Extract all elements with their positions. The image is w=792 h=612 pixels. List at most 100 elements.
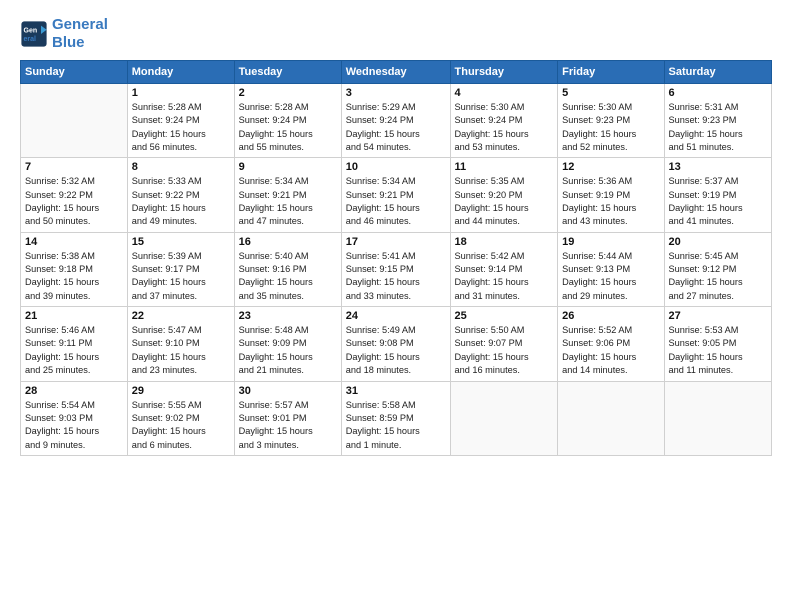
calendar-cell xyxy=(664,381,772,455)
calendar-week-2: 7 Sunrise: 5:32 AM Sunset: 9:22 PM Daylig… xyxy=(21,158,772,232)
day-number: 3 xyxy=(346,87,446,99)
calendar-cell: 28 Sunrise: 5:54 AM Sunset: 9:03 PM Dayli… xyxy=(21,381,128,455)
day-number: 11 xyxy=(455,161,554,173)
calendar-cell: 8 Sunrise: 5:33 AM Sunset: 9:22 PM Daylig… xyxy=(127,158,234,232)
day-number: 29 xyxy=(132,385,230,397)
logo-icon: Gen eral xyxy=(20,20,48,48)
day-info: Sunrise: 5:29 AM Sunset: 9:24 PM Dayligh… xyxy=(346,101,446,154)
calendar-cell: 27 Sunrise: 5:53 AM Sunset: 9:05 PM Dayli… xyxy=(664,307,772,381)
weekday-header-saturday: Saturday xyxy=(664,61,772,84)
calendar-cell: 22 Sunrise: 5:47 AM Sunset: 9:10 PM Dayli… xyxy=(127,307,234,381)
logo-area: Gen eral GeneralBlue xyxy=(20,16,108,52)
day-info: Sunrise: 5:38 AM Sunset: 9:18 PM Dayligh… xyxy=(25,250,123,303)
calendar-cell: 3 Sunrise: 5:29 AM Sunset: 9:24 PM Daylig… xyxy=(341,84,450,158)
day-info: Sunrise: 5:33 AM Sunset: 9:22 PM Dayligh… xyxy=(132,175,230,228)
calendar-cell: 21Sunrise: 5:46 AM Sunset: 9:11 PM Dayli… xyxy=(21,307,128,381)
calendar-cell: 17 Sunrise: 5:41 AM Sunset: 9:15 PM Dayli… xyxy=(341,232,450,306)
day-info: Sunrise: 5:30 AM Sunset: 9:24 PM Dayligh… xyxy=(455,101,554,154)
day-number: 4 xyxy=(455,87,554,99)
calendar-week-5: 28 Sunrise: 5:54 AM Sunset: 9:03 PM Dayli… xyxy=(21,381,772,455)
day-number: 31 xyxy=(346,385,446,397)
day-number: 15 xyxy=(132,236,230,248)
day-info: Sunrise: 5:52 AM Sunset: 9:06 PM Dayligh… xyxy=(562,324,659,377)
weekday-header-wednesday: Wednesday xyxy=(341,61,450,84)
day-number: 26 xyxy=(562,310,659,322)
day-number: 22 xyxy=(132,310,230,322)
calendar-cell: 24 Sunrise: 5:49 AM Sunset: 9:08 PM Dayli… xyxy=(341,307,450,381)
logo-text: GeneralBlue xyxy=(52,16,108,52)
calendar-cell xyxy=(558,381,664,455)
day-number: 19 xyxy=(562,236,659,248)
day-number: 17 xyxy=(346,236,446,248)
day-info: Sunrise: 5:34 AM Sunset: 9:21 PM Dayligh… xyxy=(346,175,446,228)
calendar-cell: 19 Sunrise: 5:44 AM Sunset: 9:13 PM Dayli… xyxy=(558,232,664,306)
day-number: 30 xyxy=(239,385,337,397)
calendar-week-4: 21Sunrise: 5:46 AM Sunset: 9:11 PM Dayli… xyxy=(21,307,772,381)
day-number: 16 xyxy=(239,236,337,248)
calendar-cell: 5Sunrise: 5:30 AM Sunset: 9:23 PM Daylig… xyxy=(558,84,664,158)
weekday-header-monday: Monday xyxy=(127,61,234,84)
calendar-cell: 4 Sunrise: 5:30 AM Sunset: 9:24 PM Daylig… xyxy=(450,84,558,158)
calendar-cell: 9 Sunrise: 5:34 AM Sunset: 9:21 PM Daylig… xyxy=(234,158,341,232)
day-info: Sunrise: 5:44 AM Sunset: 9:13 PM Dayligh… xyxy=(562,250,659,303)
day-number: 21 xyxy=(25,310,123,322)
day-number: 25 xyxy=(455,310,554,322)
day-info: Sunrise: 5:39 AM Sunset: 9:17 PM Dayligh… xyxy=(132,250,230,303)
calendar-cell: 10 Sunrise: 5:34 AM Sunset: 9:21 PM Dayli… xyxy=(341,158,450,232)
day-info: Sunrise: 5:49 AM Sunset: 9:08 PM Dayligh… xyxy=(346,324,446,377)
weekday-header-row: SundayMondayTuesdayWednesdayThursdayFrid… xyxy=(21,61,772,84)
day-number: 13 xyxy=(669,161,768,173)
day-info: Sunrise: 5:36 AM Sunset: 9:19 PM Dayligh… xyxy=(562,175,659,228)
day-number: 9 xyxy=(239,161,337,173)
day-info: Sunrise: 5:58 AM Sunset: 8:59 PM Dayligh… xyxy=(346,399,446,452)
header: Gen eral GeneralBlue xyxy=(20,16,772,52)
day-info: Sunrise: 5:41 AM Sunset: 9:15 PM Dayligh… xyxy=(346,250,446,303)
calendar-cell: 1 Sunrise: 5:28 AM Sunset: 9:24 PM Daylig… xyxy=(127,84,234,158)
day-info: Sunrise: 5:42 AM Sunset: 9:14 PM Dayligh… xyxy=(455,250,554,303)
day-info: Sunrise: 5:28 AM Sunset: 9:24 PM Dayligh… xyxy=(239,101,337,154)
svg-text:Gen: Gen xyxy=(24,28,38,35)
day-number: 20 xyxy=(669,236,768,248)
day-info: Sunrise: 5:54 AM Sunset: 9:03 PM Dayligh… xyxy=(25,399,123,452)
calendar-cell: 14Sunrise: 5:38 AM Sunset: 9:18 PM Dayli… xyxy=(21,232,128,306)
day-number: 12 xyxy=(562,161,659,173)
day-info: Sunrise: 5:53 AM Sunset: 9:05 PM Dayligh… xyxy=(669,324,768,377)
day-number: 27 xyxy=(669,310,768,322)
day-info: Sunrise: 5:31 AM Sunset: 9:23 PM Dayligh… xyxy=(669,101,768,154)
day-info: Sunrise: 5:47 AM Sunset: 9:10 PM Dayligh… xyxy=(132,324,230,377)
day-info: Sunrise: 5:35 AM Sunset: 9:20 PM Dayligh… xyxy=(455,175,554,228)
day-number: 28 xyxy=(25,385,123,397)
day-info: Sunrise: 5:28 AM Sunset: 9:24 PM Dayligh… xyxy=(132,101,230,154)
weekday-header-sunday: Sunday xyxy=(21,61,128,84)
calendar-cell: 23Sunrise: 5:48 AM Sunset: 9:09 PM Dayli… xyxy=(234,307,341,381)
calendar-table: SundayMondayTuesdayWednesdayThursdayFrid… xyxy=(20,60,772,456)
calendar-cell: 2Sunrise: 5:28 AM Sunset: 9:24 PM Daylig… xyxy=(234,84,341,158)
calendar-week-3: 14Sunrise: 5:38 AM Sunset: 9:18 PM Dayli… xyxy=(21,232,772,306)
calendar-cell: 15 Sunrise: 5:39 AM Sunset: 9:17 PM Dayli… xyxy=(127,232,234,306)
calendar-cell: 26 Sunrise: 5:52 AM Sunset: 9:06 PM Dayli… xyxy=(558,307,664,381)
weekday-header-thursday: Thursday xyxy=(450,61,558,84)
calendar-cell: 6 Sunrise: 5:31 AM Sunset: 9:23 PM Daylig… xyxy=(664,84,772,158)
calendar-week-1: 1 Sunrise: 5:28 AM Sunset: 9:24 PM Daylig… xyxy=(21,84,772,158)
day-info: Sunrise: 5:34 AM Sunset: 9:21 PM Dayligh… xyxy=(239,175,337,228)
day-number: 7 xyxy=(25,161,123,173)
day-info: Sunrise: 5:32 AM Sunset: 9:22 PM Dayligh… xyxy=(25,175,123,228)
day-info: Sunrise: 5:55 AM Sunset: 9:02 PM Dayligh… xyxy=(132,399,230,452)
day-number: 8 xyxy=(132,161,230,173)
calendar-cell: 31 Sunrise: 5:58 AM Sunset: 8:59 PM Dayli… xyxy=(341,381,450,455)
day-info: Sunrise: 5:48 AM Sunset: 9:09 PM Dayligh… xyxy=(239,324,337,377)
day-info: Sunrise: 5:45 AM Sunset: 9:12 PM Dayligh… xyxy=(669,250,768,303)
calendar-cell: 29 Sunrise: 5:55 AM Sunset: 9:02 PM Dayli… xyxy=(127,381,234,455)
day-number: 10 xyxy=(346,161,446,173)
day-number: 24 xyxy=(346,310,446,322)
day-number: 6 xyxy=(669,87,768,99)
calendar-cell: 16Sunrise: 5:40 AM Sunset: 9:16 PM Dayli… xyxy=(234,232,341,306)
calendar-cell: 20 Sunrise: 5:45 AM Sunset: 9:12 PM Dayli… xyxy=(664,232,772,306)
calendar-cell: 13 Sunrise: 5:37 AM Sunset: 9:19 PM Dayli… xyxy=(664,158,772,232)
day-number: 5 xyxy=(562,87,659,99)
calendar-cell: 11 Sunrise: 5:35 AM Sunset: 9:20 PM Dayli… xyxy=(450,158,558,232)
calendar-cell xyxy=(21,84,128,158)
day-number: 1 xyxy=(132,87,230,99)
day-info: Sunrise: 5:37 AM Sunset: 9:19 PM Dayligh… xyxy=(669,175,768,228)
calendar-cell: 30Sunrise: 5:57 AM Sunset: 9:01 PM Dayli… xyxy=(234,381,341,455)
